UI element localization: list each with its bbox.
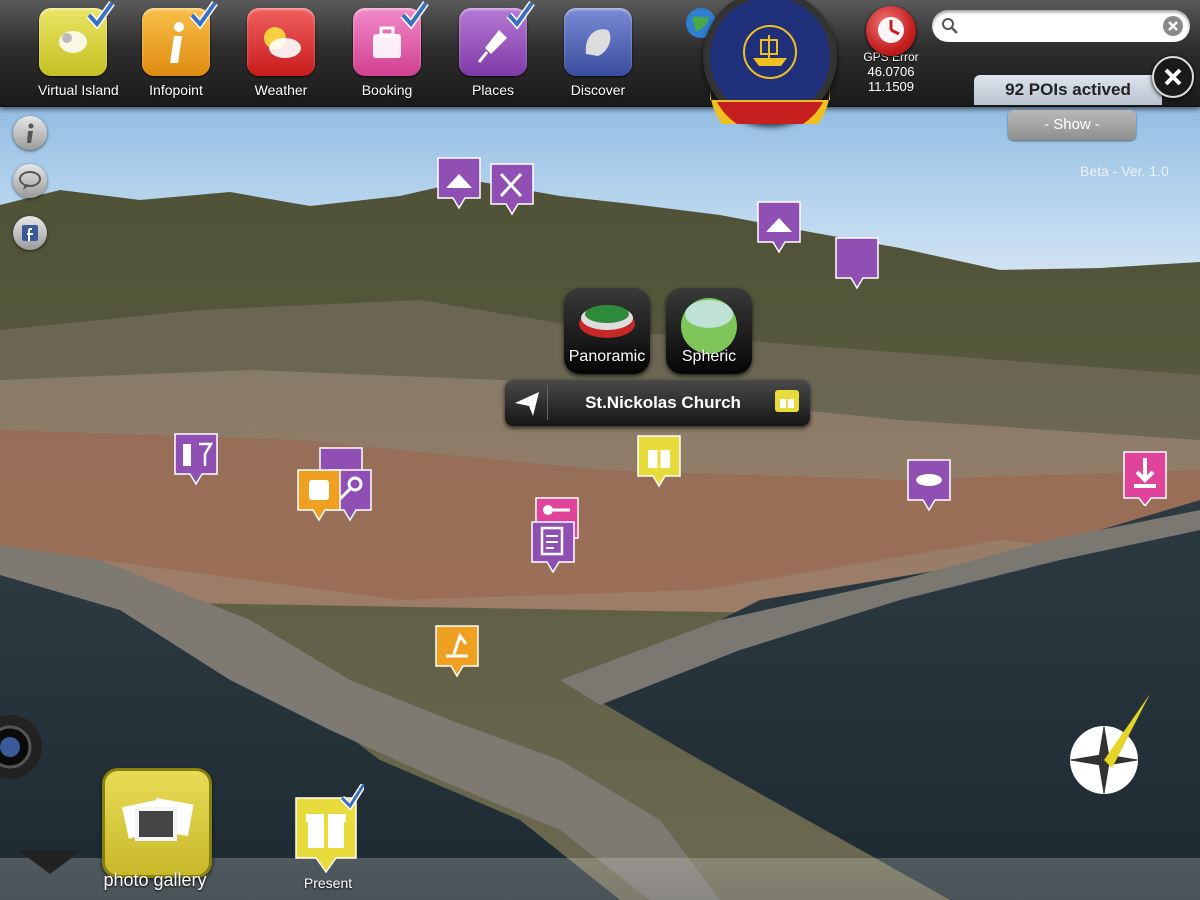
facebook-button[interactable] <box>13 216 47 250</box>
show-pois-button[interactable]: - Show - <box>1008 110 1136 140</box>
clear-search-icon[interactable] <box>1162 15 1184 37</box>
version-label: Beta - Ver. 1.0 <box>1080 163 1169 179</box>
collapse-arrow-icon[interactable] <box>18 848 82 878</box>
place-marker-port[interactable] <box>906 458 952 514</box>
places-label: Places <box>471 82 515 98</box>
photo-gallery-label: photo gallery <box>103 870 207 890</box>
infopoint-label: Infopoint <box>149 82 203 98</box>
cloud-icon <box>264 27 301 58</box>
infopoint-button[interactable]: Infopoint <box>141 0 218 98</box>
place-marker-viewpoint[interactable] <box>756 200 802 256</box>
search-icon <box>942 18 958 34</box>
gps-latitude: 46.0706 <box>867 64 915 79</box>
weather-tile <box>247 8 315 76</box>
info-icon <box>27 123 34 143</box>
booking-label: Booking <box>361 82 413 98</box>
spheric-label: Spheric <box>681 348 737 365</box>
place-marker-far[interactable] <box>834 236 880 292</box>
close-icon <box>1164 68 1182 86</box>
present-marker-church[interactable] <box>636 434 682 490</box>
comment-button[interactable] <box>13 164 47 198</box>
gps-button[interactable] <box>866 6 916 56</box>
check-icon <box>189 0 218 30</box>
search-input[interactable] <box>966 14 1150 38</box>
navigate-arrow-icon[interactable] <box>511 388 545 418</box>
island-emblem[interactable] <box>703 0 837 148</box>
place-marker-hill[interactable] <box>436 156 482 212</box>
search-bar[interactable] <box>932 10 1190 42</box>
ship-emblem-icon <box>710 0 830 148</box>
gift-icon <box>775 390 799 412</box>
gps-longitude: 11.1509 <box>867 79 915 94</box>
top-toolbar: Virtual Island Infopoint Weather Booking… <box>0 0 1200 107</box>
discover-button[interactable]: Discover <box>563 8 633 98</box>
camera-icon[interactable] <box>0 705 46 789</box>
booking-button[interactable]: Booking <box>352 0 429 98</box>
virtual-island-button[interactable]: Virtual Island <box>38 0 119 98</box>
speech-bubble-icon <box>19 171 41 190</box>
photo-gallery-button[interactable] <box>102 768 212 878</box>
check-icon <box>400 0 429 30</box>
popup-divider <box>547 386 548 420</box>
facebook-icon <box>22 225 38 241</box>
places-button[interactable]: Places <box>458 0 535 98</box>
virtual-island-tile <box>39 0 115 76</box>
panoramic-label: Panoramic <box>568 348 646 365</box>
places-tile <box>459 0 535 76</box>
poi-popup[interactable]: St.Nickolas Church <box>505 380 810 426</box>
panoramic-button[interactable]: Panoramic <box>564 288 650 374</box>
poi-title: St.Nickolas Church <box>585 393 741 412</box>
document-marker[interactable] <box>530 520 576 576</box>
infopoint-marker[interactable] <box>296 468 342 524</box>
restaurant-marker[interactable] <box>489 162 535 218</box>
download-marker[interactable] <box>1122 450 1168 506</box>
virtual-island-label: Virtual Island <box>38 82 119 98</box>
close-button[interactable] <box>1152 56 1194 98</box>
discover-tile <box>564 8 632 76</box>
spheric-button[interactable]: Spheric <box>666 288 752 374</box>
discover-icon <box>585 29 611 56</box>
weather-button[interactable]: Weather <box>246 8 316 98</box>
booking-tile <box>353 0 429 76</box>
weather-label: Weather <box>254 82 308 98</box>
present-button[interactable] <box>294 784 364 876</box>
pois-active-count: 92 POIs actived <box>974 75 1162 105</box>
compass-icon[interactable] <box>1060 690 1156 806</box>
infopoint-tile <box>142 0 218 76</box>
clock-icon <box>878 17 904 43</box>
beach-marker[interactable] <box>434 624 480 680</box>
present-label: Present <box>303 875 353 891</box>
photos-icon <box>122 797 194 841</box>
check-icon <box>86 0 115 30</box>
discover-label: Discover <box>570 82 626 98</box>
info-button[interactable] <box>13 116 47 150</box>
check-icon <box>506 0 535 30</box>
bar-marker[interactable] <box>173 432 219 488</box>
gps-status[interactable]: GPS Error 46.0706 11.1509 <box>858 6 924 94</box>
